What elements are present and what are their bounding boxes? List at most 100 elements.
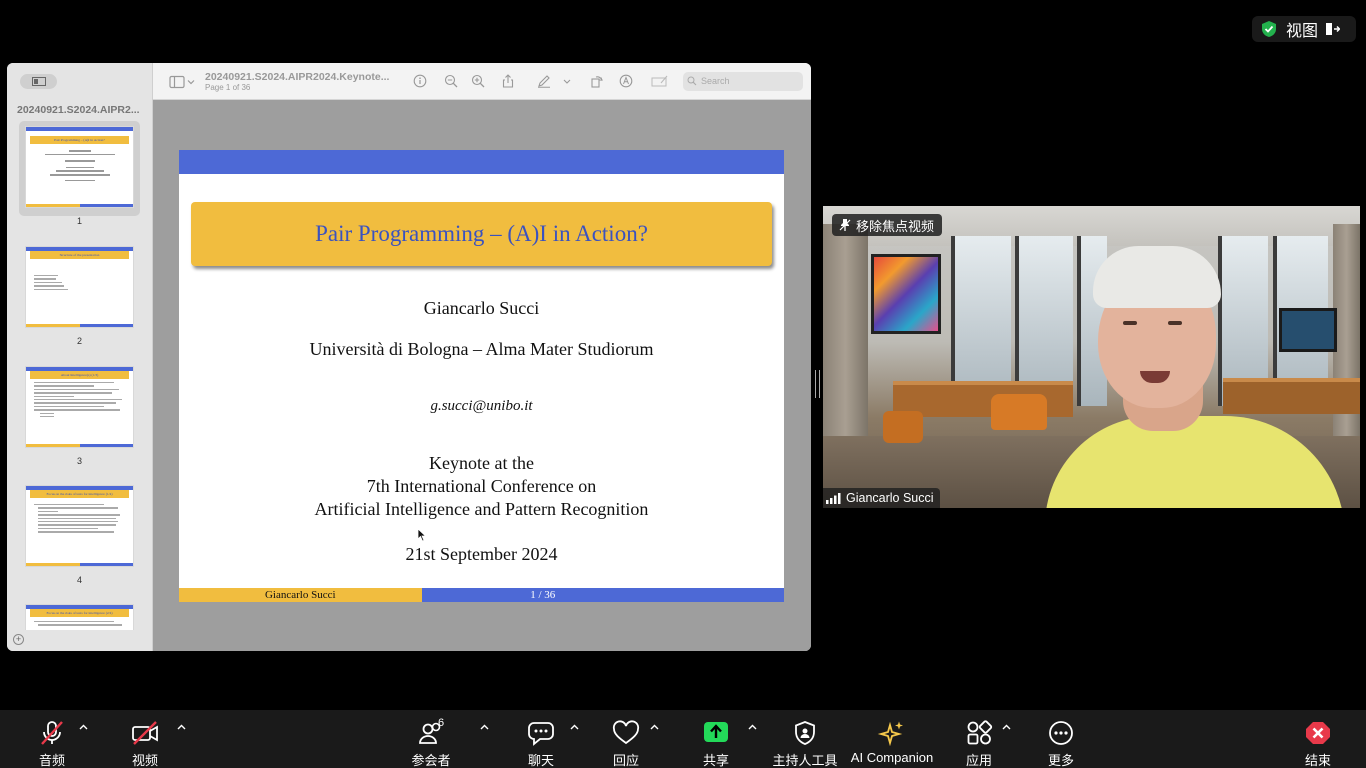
unpin-video-label: 移除焦点视频: [856, 218, 935, 234]
chat-label: 聊天: [527, 753, 554, 768]
heart-react-icon: [612, 720, 640, 745]
end-label: 结束: [1304, 753, 1331, 768]
unpin-icon: [839, 219, 851, 231]
apps-button[interactable]: 应用: [933, 720, 1025, 768]
slide-event-line-2: 7th International Conference on: [366, 476, 597, 496]
ai-companion-button[interactable]: AI Companion: [846, 720, 938, 765]
apps-options-caret-icon[interactable]: [1002, 724, 1011, 730]
slide-event-line-1: Keynote at the: [429, 453, 534, 473]
participants-count: 6: [438, 717, 445, 729]
search-icon: [687, 76, 697, 86]
mouse-cursor-icon: [417, 528, 427, 542]
participants-options-caret-icon[interactable]: [480, 724, 489, 730]
page-thumbnail-5[interactable]: Focus on the risks of tests for intellig…: [25, 604, 134, 630]
slide-page: Pair Programming – (A)I in Action? Gianc…: [179, 150, 784, 602]
more-label: 更多: [1047, 753, 1074, 768]
microphone-muted-icon: [41, 721, 63, 745]
shield-check-icon: [1262, 21, 1276, 37]
sidebar-title: 20240921.S2024.AIPR2...: [17, 104, 140, 116]
add-page-icon[interactable]: +: [13, 634, 24, 645]
thumbnail-heading: Pair Programming – (A)I in Action?: [30, 136, 129, 144]
audio-label: 音频: [38, 753, 65, 768]
chat-icon: [528, 722, 554, 746]
apps-icon: [967, 720, 993, 745]
thumbnail-number: 1: [76, 216, 82, 226]
end-meeting-icon: [1306, 722, 1330, 744]
apps-label: 应用: [965, 753, 992, 768]
exit-fullscreen-icon[interactable]: [1326, 23, 1341, 35]
page-thumbnail-4[interactable]: Focus on the risks of tests for intellig…: [25, 485, 134, 585]
page-thumbnail-3[interactable]: About Intelligence(s) (1/3) 3: [25, 366, 134, 466]
more-dots-icon: [1049, 721, 1073, 745]
slide-affiliation: Università di Bologna – Alma Mater Studi…: [309, 339, 654, 359]
thumbnail-number: 3: [76, 456, 82, 466]
unpin-video-button[interactable]: 移除焦点视频: [832, 214, 943, 236]
split-resize-handle[interactable]: [815, 370, 820, 398]
host-tools-label: 主持人工具: [772, 753, 838, 768]
participant-video-tile[interactable]: 移除焦点视频 Giancarlo Succi: [823, 206, 1360, 508]
ai-sparkle-icon: [877, 721, 903, 746]
video-label: 视频: [131, 753, 158, 768]
rotate-icon[interactable]: [590, 74, 604, 88]
view-control[interactable]: 视图: [1252, 16, 1356, 42]
info-icon[interactable]: [413, 74, 427, 88]
page-thumbnail-1[interactable]: Pair Programming – (A)I in Action? 1: [19, 121, 140, 226]
document-title: 20240921.S2024.AIPR2024.Keynote...: [205, 71, 390, 83]
pdf-toolbar: 20240921.S2024.AIPR2024.Keynote... Page …: [153, 63, 811, 100]
slide-title: Pair Programming – (A)I in Action?: [315, 221, 648, 246]
chat-options-caret-icon[interactable]: [570, 724, 579, 730]
video-options-caret-icon[interactable]: [177, 724, 186, 730]
react-label: 回应: [612, 753, 639, 768]
sidebar-icon: [31, 77, 46, 86]
pdf-sidebar: 20240921.S2024.AIPR2... Pair Programming…: [7, 63, 153, 651]
participants-button[interactable]: 6 参会者: [385, 717, 477, 768]
view-label[interactable]: 视图: [1286, 17, 1318, 41]
search-field[interactable]: Search: [683, 72, 803, 91]
meeting-toolbar: 音频 视频 6 参会者 聊天 回应 共享 主持人工具 AI Companion …: [0, 710, 1366, 768]
react-options-caret-icon[interactable]: [650, 724, 659, 730]
share-screen-icon: [704, 722, 728, 742]
zoom-out-icon[interactable]: [444, 74, 458, 88]
thumbnail-heading: Focus on the risks of tests for intellig…: [30, 609, 129, 617]
thumbnail-number: 2: [76, 336, 82, 346]
share-label: 共享: [702, 753, 729, 768]
pdf-canvas[interactable]: Pair Programming – (A)I in Action? Gianc…: [153, 100, 811, 651]
thumbnail-heading: About Intelligence(s) (1/3): [30, 371, 129, 379]
slide-footer-page: 1 / 36: [421, 588, 784, 602]
participants-label: 参会者: [411, 753, 451, 768]
thumbnail-number: 4: [76, 575, 82, 585]
host-tools-shield-icon: [795, 721, 815, 745]
share-options-caret-icon[interactable]: [748, 724, 757, 730]
audio-options-caret-icon[interactable]: [79, 724, 88, 730]
camera-off-icon: [132, 721, 158, 745]
more-button[interactable]: 更多: [1015, 720, 1107, 768]
page-thumbnail-2[interactable]: Structure of the presentation 2: [25, 246, 134, 346]
shared-screen-window: 20240921.S2024.AIPR2... Pair Programming…: [7, 63, 811, 651]
thumbnail-heading: Structure of the presentation: [30, 251, 129, 259]
participant-name: Giancarlo Succi: [846, 491, 934, 505]
chevron-down-icon[interactable]: [562, 74, 572, 88]
slide-header-bar: [179, 150, 784, 174]
slide-date: 21st September 2024: [405, 544, 558, 564]
participant-name-tag: Giancarlo Succi: [823, 488, 940, 508]
form-fill-icon[interactable]: [651, 74, 669, 88]
share-icon[interactable]: [501, 74, 515, 88]
end-meeting-button[interactable]: 结束: [1272, 720, 1364, 768]
signal-strength-icon: [826, 492, 841, 504]
slide-event-line-3: Artificial Intelligence and Pattern Reco…: [314, 499, 649, 519]
sidebar-menu-icon[interactable]: [169, 75, 197, 89]
thumbnail-heading: Focus on the risks of tests for intellig…: [30, 490, 129, 498]
slide-footer: Giancarlo Succi 1 / 36: [179, 588, 784, 602]
host-tools-button[interactable]: 主持人工具: [759, 720, 851, 768]
slide-email: g.succi@unibo.it: [430, 398, 533, 414]
zoom-in-icon[interactable]: [471, 74, 485, 88]
sidebar-toggle-button[interactable]: [20, 74, 57, 89]
ai-companion-label: AI Companion: [850, 750, 934, 765]
search-placeholder: Search: [701, 76, 730, 86]
slide-author: Giancarlo Succi: [423, 298, 540, 318]
slide-footer-author: Giancarlo Succi: [179, 588, 422, 602]
markup-pen-icon[interactable]: [537, 74, 551, 88]
annotate-icon[interactable]: [619, 74, 633, 88]
page-info: Page 1 of 36: [205, 83, 251, 92]
slide-title-box: Pair Programming – (A)I in Action?: [191, 202, 772, 266]
